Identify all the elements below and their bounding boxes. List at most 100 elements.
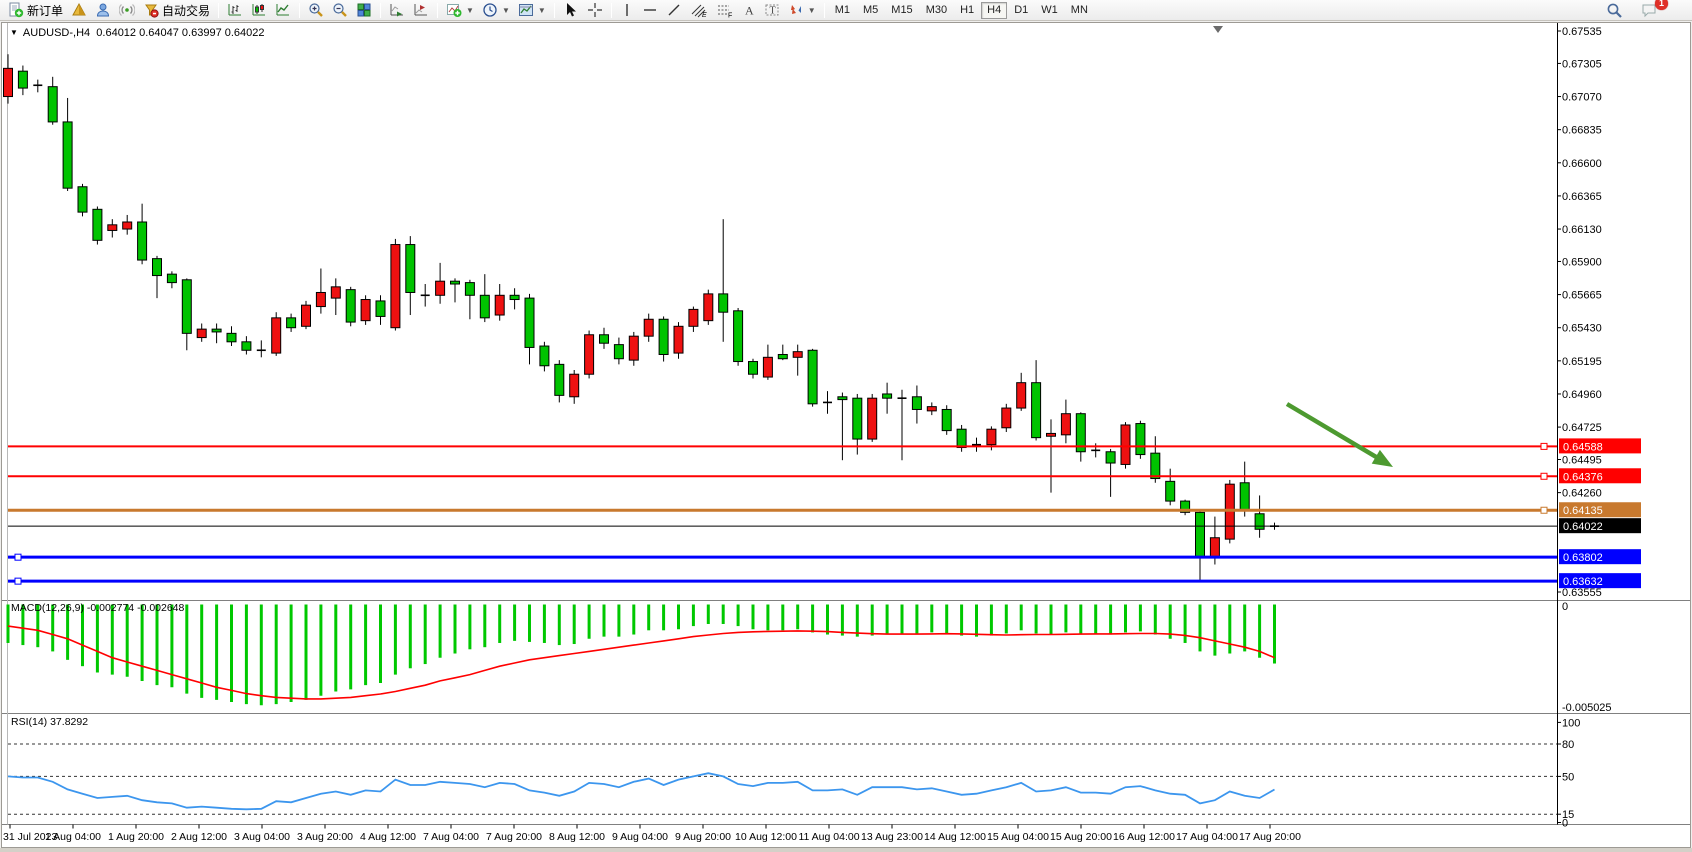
chart-canvas[interactable]: 0.675350.673050.670700.668350.666000.663… <box>0 0 1692 852</box>
bear-candle <box>734 311 743 362</box>
auto-scroll-icon <box>389 2 405 18</box>
line-handle[interactable] <box>1541 443 1547 449</box>
bear-candle <box>600 335 609 343</box>
equidistant-channel-button[interactable]: E <box>686 1 712 20</box>
bull-candle <box>391 245 400 328</box>
chart-shift-marker[interactable] <box>1213 26 1223 33</box>
timeframe-mn-button[interactable]: MN <box>1065 2 1094 19</box>
annotation-arrow-head[interactable] <box>1372 450 1393 467</box>
bull-candle <box>1121 425 1130 464</box>
search-button[interactable] <box>1602 1 1627 20</box>
timeframe-w1-button[interactable]: W1 <box>1035 2 1064 19</box>
bull-candle <box>302 305 311 326</box>
chevron-down-icon: ▼ <box>466 6 474 15</box>
text-button[interactable]: A <box>738 1 760 20</box>
price-tick-label: 0.64260 <box>1562 488 1602 500</box>
timeframe-m5-button[interactable]: M5 <box>857 2 884 19</box>
time-tick-label: 1 Aug 04:00 <box>45 831 101 843</box>
timeframe-m30-button[interactable]: M30 <box>920 2 953 19</box>
signal-button[interactable] <box>115 1 139 20</box>
bull-candle <box>570 374 579 397</box>
line-handle[interactable] <box>15 578 21 584</box>
bull-candle <box>689 309 698 326</box>
templates-button[interactable]: ▼ <box>514 1 550 20</box>
chart-title: ▼AUDUSD-,H4 0.64012 0.64047 0.63997 0.64… <box>10 27 265 39</box>
search-icon <box>1606 2 1623 19</box>
time-tick-label: 15 Aug 20:00 <box>1050 831 1112 843</box>
separator <box>218 3 219 18</box>
price-tick-label: 0.67070 <box>1562 92 1602 104</box>
svg-text:E: E <box>702 12 707 18</box>
time-tick-label: 17 Aug 20:00 <box>1239 831 1301 843</box>
new-order-icon <box>8 2 24 18</box>
cursor-button[interactable] <box>559 1 583 20</box>
separator <box>299 3 300 18</box>
bar-chart-button[interactable] <box>223 1 247 20</box>
bear-candle <box>778 354 787 358</box>
candlestick-icon <box>251 2 267 18</box>
line-handle[interactable] <box>1541 507 1547 513</box>
crosshair-icon <box>587 2 603 18</box>
bear-candle <box>555 364 564 395</box>
bear-candle <box>227 333 236 341</box>
time-tick-label: 2 Aug 12:00 <box>171 831 227 843</box>
price-tick-label: 0.67305 <box>1562 58 1602 70</box>
candlestick-button[interactable] <box>247 1 271 20</box>
text-label-button[interactable]: T <box>760 1 784 20</box>
chart-symbol-period: AUDUSD-,H4 <box>23 27 90 39</box>
bear-candle <box>1136 424 1145 455</box>
price-line-badge-label: 0.63632 <box>1563 576 1603 588</box>
trendline-button[interactable] <box>662 1 686 20</box>
bear-candle <box>48 87 57 122</box>
bear-candle <box>1166 481 1175 501</box>
svg-text:0: 0 <box>1562 601 1568 613</box>
new-order-button[interactable]: 新订单 <box>4 1 67 20</box>
bear-candle <box>659 319 668 354</box>
fibonacci-button[interactable]: F <box>712 1 738 20</box>
annotation-arrow-line[interactable] <box>1287 404 1379 459</box>
horizontal-line-button[interactable] <box>638 1 662 20</box>
indicators-button[interactable]: ▼ <box>442 1 478 20</box>
tile-windows-button[interactable] <box>352 1 376 20</box>
timeframe-m1-button[interactable]: M1 <box>829 2 856 19</box>
bear-candle <box>212 329 221 332</box>
arrows-button[interactable]: ▼ <box>784 1 820 20</box>
zoom-out-icon <box>332 2 348 18</box>
auto-scroll-button[interactable] <box>385 1 409 20</box>
rsi-line <box>8 773 1275 809</box>
bear-candle <box>942 409 951 430</box>
bear-candle <box>957 429 966 447</box>
bear-candle <box>1255 514 1264 530</box>
bear-candle <box>138 222 147 260</box>
timeframe-h4-button[interactable]: H4 <box>981 2 1007 19</box>
svg-text:50: 50 <box>1562 771 1574 783</box>
line-chart-button[interactable] <box>271 1 295 20</box>
chevron-down-icon: ▼ <box>10 28 18 37</box>
vertical-line-button[interactable] <box>616 1 638 20</box>
price-tick-label: 0.64960 <box>1562 389 1602 401</box>
crosshair-button[interactable] <box>583 1 607 20</box>
price-line-badge-label: 0.64588 <box>1563 441 1603 453</box>
market-watch-button[interactable] <box>91 1 115 20</box>
timeframe-h1-button[interactable]: H1 <box>954 2 980 19</box>
periods-button[interactable]: ▼ <box>478 1 514 20</box>
zoom-out-button[interactable] <box>328 1 352 20</box>
bear-candle <box>242 342 251 350</box>
signal-icon <box>119 2 135 18</box>
rsi-indicator-label: RSI(14) 37.8292 <box>11 716 88 728</box>
chart-shift-button[interactable] <box>409 1 433 20</box>
tile-windows-icon <box>356 2 372 18</box>
timeframe-d1-button[interactable]: D1 <box>1008 2 1034 19</box>
macd-indicator-label: MACD(12,26,9) -0.002774 -0.002648 <box>11 602 184 614</box>
zoom-in-button[interactable] <box>304 1 328 20</box>
timeframe-m15-button[interactable]: M15 <box>885 2 918 19</box>
line-handle[interactable] <box>1541 473 1547 479</box>
bull-candle <box>316 292 325 306</box>
bull-candle <box>495 295 504 315</box>
bear-candle <box>406 245 415 293</box>
svg-text:A: A <box>745 4 754 18</box>
line-handle[interactable] <box>15 554 21 560</box>
autotrading-button[interactable]: 自动交易 <box>139 1 214 20</box>
chat-button[interactable]: 1 <box>1637 1 1662 20</box>
charts-profile-button[interactable] <box>67 1 91 20</box>
